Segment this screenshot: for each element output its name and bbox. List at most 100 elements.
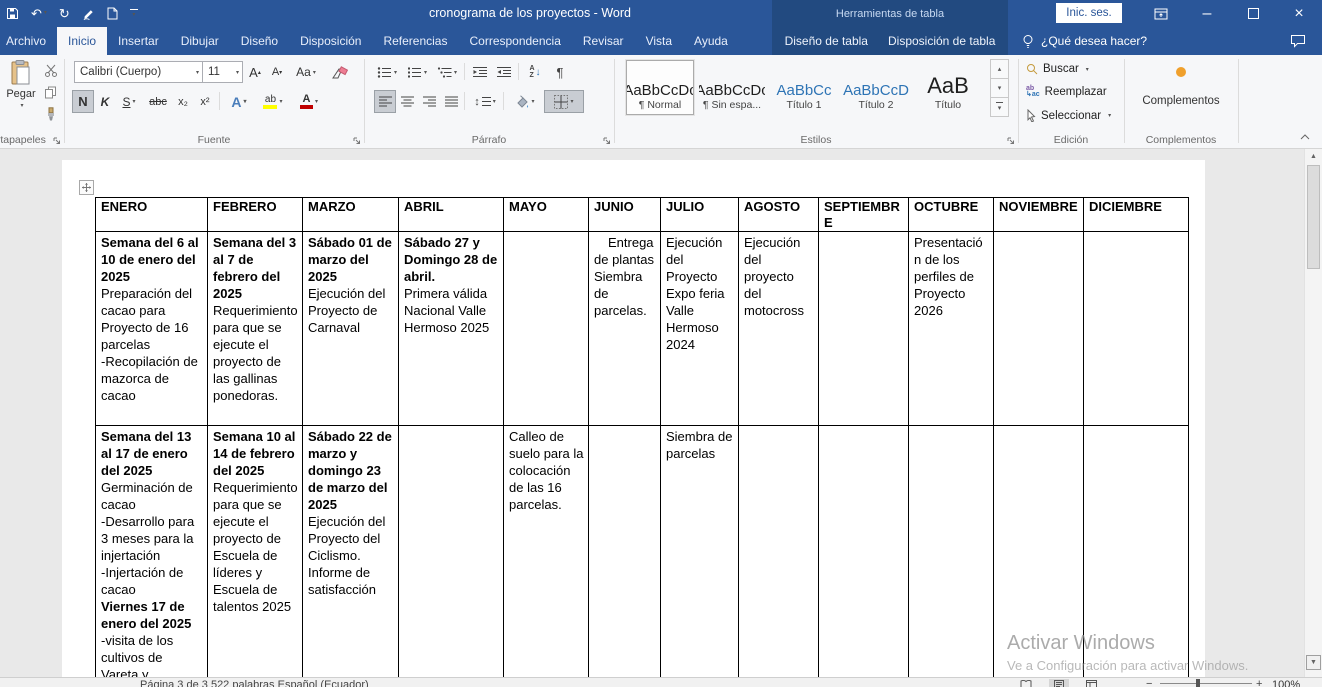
- tab-disposición-de-tabla[interactable]: Disposición de tabla: [878, 27, 1005, 55]
- gallery-more-icon[interactable]: ▾: [990, 97, 1009, 117]
- month-header[interactable]: JULIO: [661, 198, 739, 232]
- zoom-out-icon[interactable]: −: [1146, 678, 1152, 687]
- font-size-combobox[interactable]: 11▾: [202, 61, 243, 83]
- text-effects-button[interactable]: A▾: [224, 90, 254, 113]
- sort-icon[interactable]: AZ↓: [522, 61, 548, 83]
- format-painter-icon[interactable]: [44, 107, 57, 121]
- font-dialog-launcher-icon[interactable]: [353, 137, 361, 145]
- gallery-down-icon[interactable]: ▾: [990, 78, 1009, 98]
- table-cell[interactable]: [589, 426, 661, 679]
- gallery-up-icon[interactable]: ▴: [990, 59, 1009, 79]
- addins-button[interactable]: Complementos: [1124, 95, 1238, 107]
- print-layout-icon[interactable]: [1049, 679, 1069, 687]
- month-header[interactable]: MARZO: [303, 198, 399, 232]
- table-cell[interactable]: [909, 426, 994, 679]
- table-cell[interactable]: Ejecución del proyecto del motocross: [739, 232, 819, 426]
- undo-icon[interactable]: ↶▾: [31, 7, 47, 20]
- paragraph-dialog-launcher-icon[interactable]: [603, 137, 611, 145]
- save-icon[interactable]: [6, 7, 19, 20]
- table-cell[interactable]: Calleo de suelo para la colocación de la…: [504, 426, 589, 679]
- grow-font-button[interactable]: A▴: [244, 61, 266, 83]
- ribbon-display-options-icon[interactable]: [1138, 0, 1184, 27]
- style-card[interactable]: AaBbCcTítulo 1: [770, 60, 838, 115]
- tab-diseño[interactable]: Diseño: [230, 27, 289, 55]
- multilevel-list-icon[interactable]: ▾: [432, 61, 462, 83]
- month-header[interactable]: MAYO: [504, 198, 589, 232]
- font-color-button[interactable]: A▾: [292, 90, 326, 113]
- borders-icon[interactable]: ▾: [544, 90, 584, 113]
- tab-correspondencia[interactable]: Correspondencia: [458, 27, 571, 55]
- collapse-ribbon-icon[interactable]: [1300, 134, 1310, 140]
- bullets-icon[interactable]: ▾: [372, 61, 402, 83]
- zoom-level[interactable]: 100%: [1272, 679, 1300, 687]
- tab-insertar[interactable]: Insertar: [107, 27, 170, 55]
- draw-icon[interactable]: [82, 7, 95, 20]
- increase-indent-icon[interactable]: [492, 61, 516, 83]
- tab-diseño-de-tabla[interactable]: Diseño de tabla: [775, 27, 878, 55]
- table-cell[interactable]: [399, 426, 504, 679]
- customize-qat-icon[interactable]: ▾: [130, 9, 138, 18]
- table-cell[interactable]: [819, 232, 909, 426]
- table-cell[interactable]: Semana del 13 al 17 de enero del 2025Ger…: [96, 426, 208, 679]
- table-cell[interactable]: Semana del 6 al 10 de enero del 2025Prep…: [96, 232, 208, 426]
- decrease-indent-icon[interactable]: [468, 61, 492, 83]
- style-card[interactable]: AaBbCcDc¶ Normal: [626, 60, 694, 115]
- web-layout-icon[interactable]: [1081, 679, 1102, 687]
- cut-icon[interactable]: [44, 64, 58, 77]
- tab-vista[interactable]: Vista: [635, 27, 683, 55]
- subscript-button[interactable]: x₂: [172, 90, 194, 113]
- new-document-icon[interactable]: [107, 7, 118, 20]
- month-header[interactable]: SEPTIEMBRE: [819, 198, 909, 232]
- line-spacing-icon[interactable]: ↕ ▾: [469, 90, 501, 113]
- tab-dibujar[interactable]: Dibujar: [170, 27, 230, 55]
- align-right-button[interactable]: [418, 90, 440, 113]
- table-cell[interactable]: Semana del 3 al 7 de febrero del 2025Req…: [208, 232, 303, 426]
- table-cell[interactable]: [504, 232, 589, 426]
- table-cell[interactable]: Semana 10 al 14 de febrero del 2025Reque…: [208, 426, 303, 679]
- month-header[interactable]: ABRIL: [399, 198, 504, 232]
- style-card[interactable]: AaBbCcDTítulo 2: [842, 60, 910, 115]
- align-left-button[interactable]: [374, 90, 396, 113]
- zoom-in-icon[interactable]: +: [1256, 678, 1262, 687]
- paste-button[interactable]: Pegar ▾: [4, 60, 38, 124]
- maximize-button[interactable]: [1230, 0, 1276, 27]
- italic-button[interactable]: K: [95, 90, 115, 113]
- highlight-color-button[interactable]: ab▾: [256, 90, 290, 113]
- sign-in-button[interactable]: Inic. ses.: [1056, 3, 1122, 23]
- scroll-down-icon[interactable]: ▼: [1306, 655, 1321, 670]
- superscript-button[interactable]: x²: [194, 90, 216, 113]
- zoom-slider[interactable]: [1160, 683, 1252, 684]
- table-cell[interactable]: Siembra de parcelas: [661, 426, 739, 679]
- select-button[interactable]: Seleccionar▾: [1026, 109, 1111, 122]
- tab-ayuda[interactable]: Ayuda: [683, 27, 739, 55]
- table-cell[interactable]: [1084, 232, 1189, 426]
- table-cell[interactable]: [819, 426, 909, 679]
- comments-icon[interactable]: [1290, 34, 1306, 48]
- document-page[interactable]: ENEROFEBREROMARZOABRILMAYOJUNIOJULIOAGOS…: [62, 160, 1205, 678]
- month-header[interactable]: ENERO: [96, 198, 208, 232]
- styles-dialog-launcher-icon[interactable]: [1007, 137, 1015, 145]
- scrollbar-thumb[interactable]: [1307, 165, 1320, 269]
- tab-referencias[interactable]: Referencias: [372, 27, 458, 55]
- month-header[interactable]: AGOSTO: [739, 198, 819, 232]
- style-card[interactable]: AaBbCcDc¶ Sin espa...: [698, 60, 766, 115]
- clear-formatting-button[interactable]: [326, 61, 354, 83]
- table-cell[interactable]: Sábado 22 de marzo y domingo 23 de marzo…: [303, 426, 399, 679]
- table-cell[interactable]: Ejecución del Proyecto Expo feria Valle …: [661, 232, 739, 426]
- justify-button[interactable]: [440, 90, 462, 113]
- read-mode-icon[interactable]: [1015, 679, 1037, 687]
- table-cell[interactable]: Sábado 01 de marzo del 2025Ejecución del…: [303, 232, 399, 426]
- paste-dropdown-icon[interactable]: ▾: [20, 102, 23, 109]
- tell-me-box[interactable]: ¿Qué desea hacer?: [1022, 27, 1147, 55]
- month-header[interactable]: JUNIO: [589, 198, 661, 232]
- shading-icon[interactable]: ▾: [508, 90, 542, 113]
- month-header[interactable]: NOVIEMBRE: [994, 198, 1084, 232]
- scroll-up-icon[interactable]: ▲: [1306, 149, 1321, 164]
- tab-inicio[interactable]: Inicio: [57, 27, 107, 55]
- table-cell[interactable]: Presentación de los perfiles de Proyecto…: [909, 232, 994, 426]
- numbering-icon[interactable]: ▾: [402, 61, 432, 83]
- redo-icon[interactable]: ↻: [59, 7, 70, 20]
- table-move-handle-icon[interactable]: [79, 180, 94, 195]
- status-info[interactable]: Página 3 de 3 522 palabras Español (Ecua…: [140, 679, 369, 687]
- shrink-font-button[interactable]: A▾: [266, 61, 288, 83]
